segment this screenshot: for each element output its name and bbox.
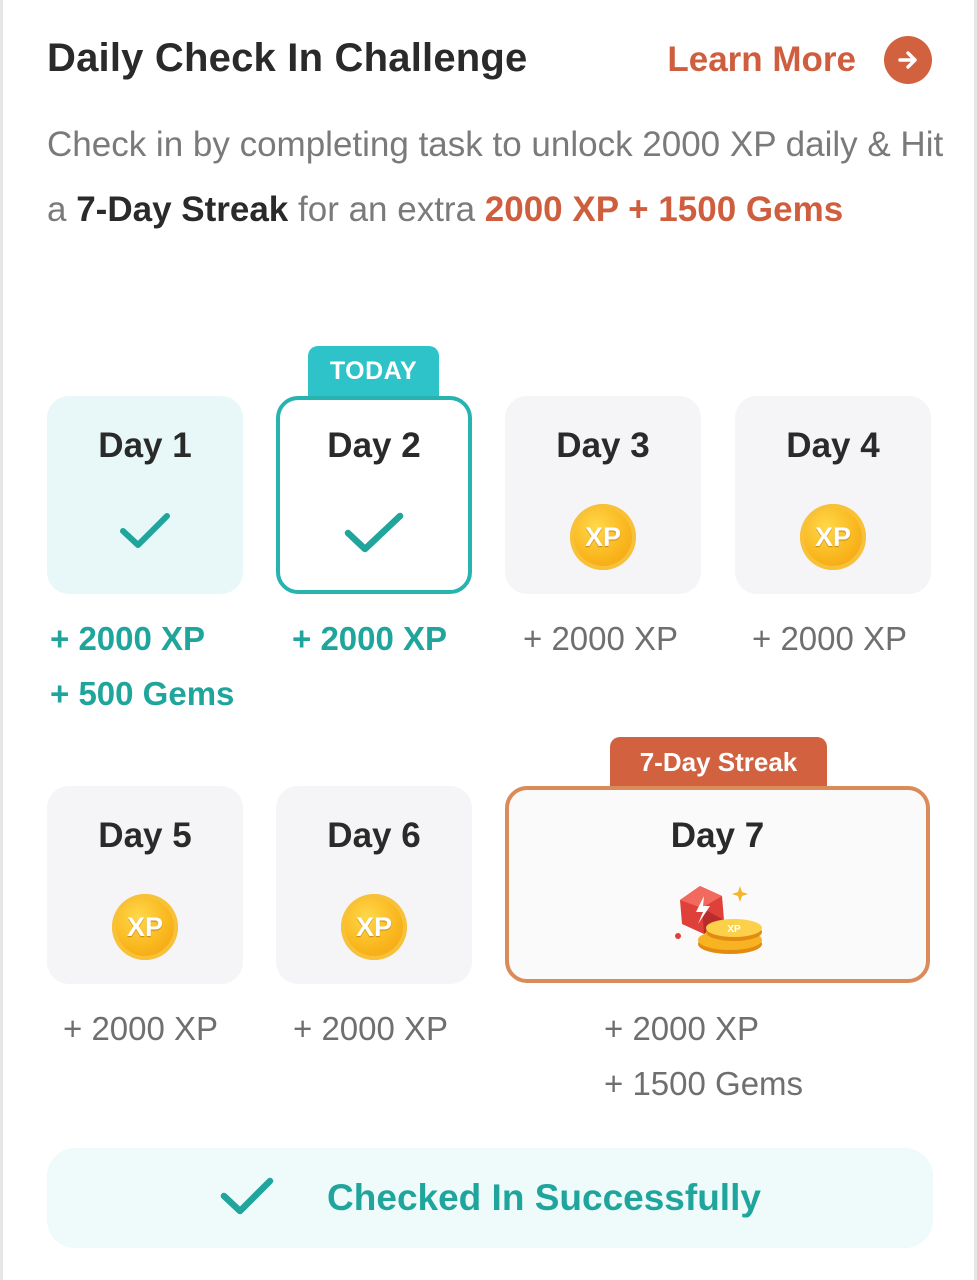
svg-text:XP: XP bbox=[727, 924, 741, 935]
day-card-6[interactable]: Day 6 XP bbox=[276, 786, 472, 984]
gem-and-coins-icon: XP bbox=[670, 882, 766, 963]
day-card-7[interactable]: Day 7 XP bbox=[505, 786, 930, 983]
check-icon bbox=[219, 1175, 275, 1222]
learn-more-label: Learn More bbox=[667, 40, 856, 79]
xp-coin-icon: XP bbox=[800, 504, 866, 570]
day-label: Day 7 bbox=[670, 816, 765, 855]
day-1-reward-xp: + 2000 XP bbox=[50, 620, 206, 657]
day-label: Day 4 bbox=[786, 426, 880, 465]
day-label: Day 2 bbox=[327, 426, 421, 465]
today-badge: TODAY bbox=[308, 346, 439, 396]
day-6-reward-xp: + 2000 XP bbox=[293, 1010, 449, 1047]
day-label: Day 1 bbox=[98, 426, 192, 465]
day-card-3[interactable]: Day 3 XP bbox=[505, 396, 701, 594]
day-card-4[interactable]: Day 4 XP bbox=[735, 396, 931, 594]
xp-coin-icon: XP bbox=[341, 894, 407, 960]
day-card-5[interactable]: Day 5 XP bbox=[47, 786, 243, 984]
day-4-reward-xp: + 2000 XP bbox=[752, 620, 908, 657]
streak-badge: 7-Day Streak bbox=[610, 737, 827, 787]
day-3-reward-xp: + 2000 XP bbox=[523, 620, 679, 657]
day-label: Day 6 bbox=[327, 816, 421, 855]
arrow-right-icon bbox=[884, 36, 932, 84]
learn-more-link[interactable]: Learn More bbox=[667, 36, 932, 84]
day-card-1[interactable]: Day 1 bbox=[47, 396, 243, 594]
check-icon bbox=[343, 510, 405, 561]
checked-in-status: Checked In Successfully bbox=[47, 1148, 933, 1248]
challenge-header: Daily Check In Challenge Learn More bbox=[47, 36, 932, 86]
bonus-highlight: 2000 XP + 1500 Gems bbox=[484, 190, 844, 229]
check-icon bbox=[118, 510, 172, 557]
xp-coin-icon: XP bbox=[112, 894, 178, 960]
description-text-2: for an extra bbox=[288, 190, 485, 229]
checked-in-label: Checked In Successfully bbox=[327, 1177, 761, 1218]
day-card-2[interactable]: Day 2 bbox=[276, 396, 472, 594]
day-2-reward-xp: + 2000 XP bbox=[292, 620, 448, 657]
xp-coin-icon: XP bbox=[570, 504, 636, 570]
day-label: Day 3 bbox=[556, 426, 650, 465]
streak-highlight: 7-Day Streak bbox=[76, 190, 289, 229]
day-7-reward-xp: + 2000 XP bbox=[604, 1010, 760, 1047]
day-5-reward-xp: + 2000 XP bbox=[63, 1010, 219, 1047]
day-7-reward-gems: + 1500 Gems bbox=[604, 1065, 804, 1102]
page-title: Daily Check In Challenge bbox=[47, 36, 528, 80]
challenge-description: Check in by completing task to unlock 20… bbox=[47, 112, 947, 242]
day-1-reward-gems: + 500 Gems bbox=[50, 675, 235, 712]
day-label: Day 5 bbox=[98, 816, 192, 855]
